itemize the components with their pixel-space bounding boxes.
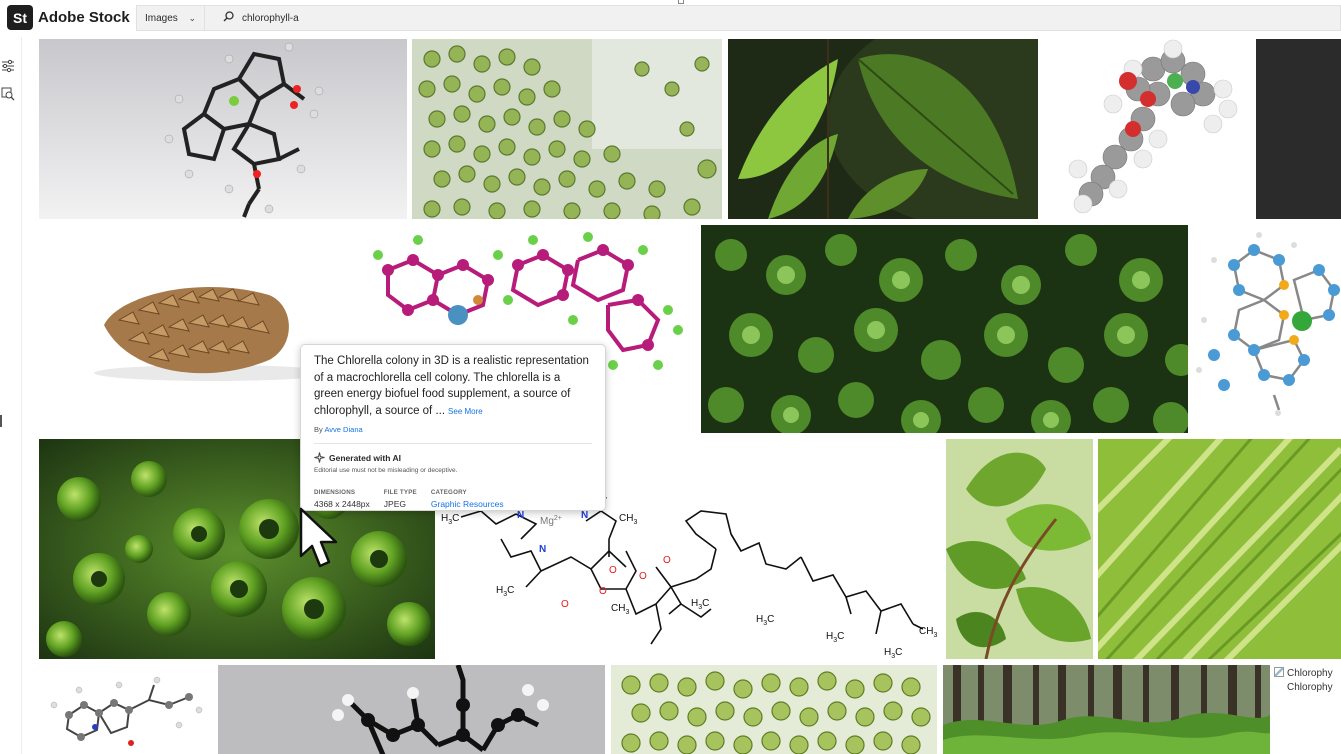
ai-usage-note: Editorial use must not be misleading or … <box>314 467 458 475</box>
image-tile-chlorophyll-spacefill[interactable] <box>1043 39 1251 219</box>
image-tile-chlorella-microscope[interactable] <box>412 39 722 219</box>
left-rail <box>0 37 22 754</box>
meta-category-label: CATEGORY <box>430 489 467 497</box>
image-tile-dark[interactable] <box>1256 39 1341 219</box>
adobe-stock-logo[interactable]: St Adobe Stock <box>7 5 130 30</box>
asset-author: By Avve Diana <box>314 425 363 435</box>
structure-n-2: N <box>539 544 546 555</box>
asset-type-select[interactable]: Images ⌄ <box>136 5 204 31</box>
asset-type-value: Images <box>145 12 178 24</box>
mouse-pointer-icon <box>299 507 338 568</box>
search-box[interactable] <box>204 5 1341 31</box>
image-tile-forest-ferns[interactable] <box>943 665 1270 754</box>
broken-image-icon <box>1274 667 1284 677</box>
asset-preview-popover: The Chlorella colony in 3D is a realisti… <box>300 344 606 511</box>
image-tile-porphyrin-molecule[interactable] <box>1194 225 1341 433</box>
structure-o-5: O <box>663 555 671 566</box>
meta-category: CATEGORY Graphic Resources <box>431 489 504 509</box>
ai-badge: Generated with AI <box>314 452 592 463</box>
author-link[interactable]: Avve Diana <box>324 425 362 434</box>
logo-text: Adobe Stock <box>38 9 130 26</box>
image-tile-green-leaves[interactable] <box>728 39 1038 219</box>
meta-dimensions-label: DIMENSIONS <box>314 489 356 497</box>
structure-o-1: O <box>561 599 569 610</box>
broken-image-alt-2: Chlorophy <box>1287 682 1333 693</box>
see-more-link[interactable]: See More <box>448 407 483 416</box>
image-tile-palm-leaf[interactable] <box>1098 439 1341 659</box>
image-tile-moss-plants[interactable] <box>701 225 1188 433</box>
meta-category-link[interactable]: Graphic Resources <box>431 499 504 509</box>
structure-o-3: O <box>599 586 607 597</box>
image-search-icon[interactable] <box>1 87 15 101</box>
broken-image-tile[interactable]: Chlorophy Chlorophy <box>1271 665 1341 754</box>
image-tile-chlorella-microscope-2[interactable] <box>611 665 937 754</box>
ai-sparkle-icon <box>314 452 325 463</box>
structure-o-2: O <box>609 565 617 576</box>
meta-filetype-value: JPEG <box>383 499 406 510</box>
image-tile-molecule-gray[interactable] <box>218 665 605 754</box>
meta-filetype-label: FILE TYPE <box>383 489 417 497</box>
meta-filetype: FILE TYPE JPEG <box>384 489 417 509</box>
structure-n-1: N <box>517 510 524 521</box>
filters-icon[interactable] <box>1 59 15 73</box>
image-tile-molecule-small[interactable] <box>39 665 211 754</box>
logo-mark: St <box>7 5 33 30</box>
search-input[interactable] <box>242 12 842 24</box>
asset-metadata: DIMENSIONS 4368 x 2448px FILE TYPE JPEG … <box>314 489 592 509</box>
popover-divider <box>314 443 592 445</box>
structure-o-4: O <box>639 571 647 582</box>
image-tile-tea-leaves[interactable] <box>946 439 1093 659</box>
search-icon <box>223 11 234 25</box>
rail-marker <box>0 415 2 427</box>
top-bar: St Adobe Stock Images ⌄ <box>0 0 1341 37</box>
broken-image-alt-1: Chlorophy <box>1274 667 1333 679</box>
window-resize-handle <box>678 0 684 4</box>
structure-n-3: N <box>581 510 588 521</box>
asset-description: The Chlorella colony in 3D is a realisti… <box>314 355 589 417</box>
chevron-down-icon: ⌄ <box>188 13 196 23</box>
image-tile-chlorophyll-molecule-3d[interactable] <box>39 39 407 219</box>
